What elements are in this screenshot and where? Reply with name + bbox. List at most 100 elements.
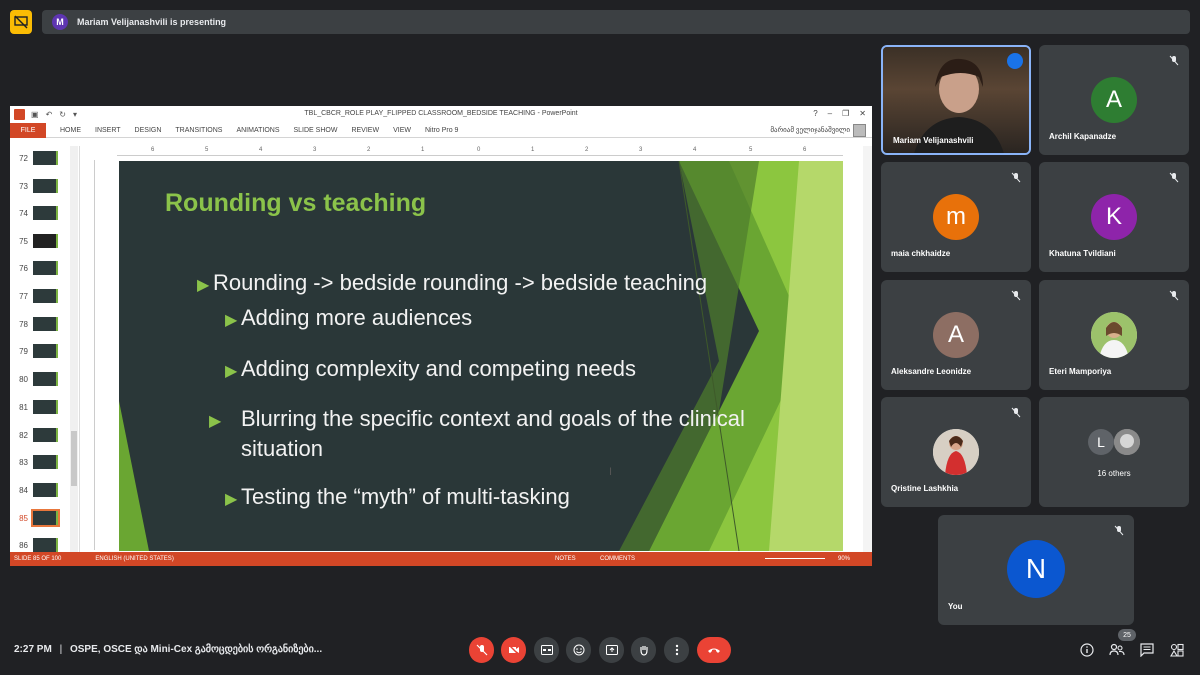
tab-design[interactable]: DESIGN <box>135 127 162 134</box>
activities-button[interactable] <box>1168 641 1186 659</box>
tab-insert[interactable]: INSERT <box>95 127 121 134</box>
participant-tile-presenter[interactable]: Mariam Velijanashvili <box>881 45 1031 155</box>
chat-button[interactable] <box>1138 641 1156 659</box>
thumbnail-number: 83 <box>19 457 28 467</box>
participant-tile[interactable]: m maia chkhaidze <box>881 162 1031 272</box>
presenting-banner: M Mariam Velijanashvili is presenting <box>42 10 1190 34</box>
thumbnail-scrollbar[interactable] <box>70 146 78 552</box>
self-tile[interactable]: N You <box>938 515 1134 625</box>
bullet-arrow-icon: ▶ <box>225 312 238 329</box>
thumbnail-number: 82 <box>19 430 28 440</box>
ruler-label: 4 <box>693 147 697 153</box>
bullet-text: Adding complexity and competing needs <box>241 356 637 381</box>
tab-slide-show[interactable]: SLIDE SHOW <box>294 127 338 134</box>
mic-muted-icon <box>1011 407 1021 418</box>
others-tile[interactable]: L 16 others <box>1039 397 1189 507</box>
thumbnail-number: 80 <box>19 374 28 384</box>
thumbnail-image <box>31 509 60 527</box>
thumbnail-number: 76 <box>19 263 28 273</box>
comments-button[interactable]: COMMENTS <box>600 556 635 562</box>
tab-home[interactable]: HOME <box>60 127 81 134</box>
participant-tile[interactable]: Eteri Mamporiya <box>1039 280 1189 390</box>
presenter-avatar: M <box>52 14 68 30</box>
zoom-level[interactable]: 90% <box>838 556 850 562</box>
zoom-slider[interactable] <box>765 558 825 559</box>
bullet-level2: ▶ Adding more audiences <box>225 304 785 334</box>
profile-photo-image <box>933 429 979 475</box>
camera-toggle-button[interactable] <box>501 637 526 663</box>
language-indicator[interactable]: ENGLISH (UNITED STATES) <box>95 556 173 562</box>
thumbnail-image <box>33 344 58 358</box>
tab-view[interactable]: VIEW <box>393 127 411 134</box>
meeting-info: 2:27 PM | OSPE, OSCE და Mini-Cex გამოცდე… <box>14 644 322 655</box>
window-controls: ? – ❐ ✕ <box>813 109 866 118</box>
tab-review[interactable]: REVIEW <box>351 127 379 134</box>
captions-button[interactable] <box>534 637 559 663</box>
camera-off-icon <box>508 644 519 656</box>
thumbnail-number: 74 <box>19 208 28 218</box>
user-avatar[interactable] <box>853 124 866 137</box>
status-bar: SLIDE 85 OF 100 ENGLISH (UNITED STATES) … <box>10 552 872 566</box>
bullet-text: Blurring the specific context and goals … <box>241 406 745 461</box>
slide-scrollbar[interactable] <box>863 146 872 552</box>
slide-counter: SLIDE 85 OF 100 <box>14 556 62 562</box>
thumbnail-number: 77 <box>19 291 28 301</box>
participant-tile[interactable]: A Aleksandre Leonidze <box>881 280 1031 390</box>
mic-muted-icon <box>1169 55 1179 66</box>
participant-name: Khatuna Tvildiani <box>1049 249 1116 258</box>
participants-count-badge: 25 <box>1118 629 1136 641</box>
help-icon[interactable]: ? <box>813 109 817 118</box>
self-avatar: N <box>1007 540 1065 598</box>
clock-time: 2:27 PM <box>14 644 52 655</box>
thumbnail-number: 85 <box>19 513 28 523</box>
vertical-ruler <box>86 160 95 550</box>
thumbnail-number: 86 <box>19 540 28 550</box>
more-options-button[interactable] <box>664 637 689 663</box>
reactions-button[interactable] <box>566 637 591 663</box>
tab-transitions[interactable]: TRANSITIONS <box>175 127 222 134</box>
scrollbar-thumb[interactable] <box>71 431 77 486</box>
presenting-text: Mariam Velijanashvili is presenting <box>77 17 227 27</box>
participant-tile[interactable]: K Khatuna Tvildiani <box>1039 162 1189 272</box>
meeting-title: OSPE, OSCE და Mini-Cex გამოცდების ორგანი… <box>69 644 323 655</box>
participant-tile[interactable]: A Archil Kapanadze <box>1039 45 1189 155</box>
others-photo <box>1114 429 1140 455</box>
participant-name: Aleksandre Leonidze <box>891 367 972 376</box>
leave-call-button[interactable] <box>697 637 731 663</box>
participant-photo <box>933 429 979 475</box>
thumbnail-image <box>33 261 58 275</box>
participant-name: Mariam Velijanashvili <box>893 136 974 145</box>
meeting-details-button[interactable] <box>1078 641 1096 659</box>
minimize-icon[interactable]: – <box>828 109 832 118</box>
bullet-arrow-icon: ▶ <box>197 277 210 294</box>
present-screen-icon <box>605 645 618 655</box>
thumbnail-number: 84 <box>19 485 28 495</box>
user-name[interactable]: მარიამ ველიჯანაშვილი <box>770 126 850 134</box>
bullet-arrow-icon: ▶ <box>225 491 238 508</box>
others-avatar: L <box>1088 429 1114 455</box>
slide-canvas[interactable]: Rounding vs teaching ▶ Rounding -> bedsid… <box>119 161 843 551</box>
participants-button[interactable] <box>1108 641 1126 659</box>
tab-file[interactable]: FILE <box>10 122 46 138</box>
participant-tile[interactable]: Qristine Lashkhia <box>881 397 1031 507</box>
tab-nitro[interactable]: Nitro Pro 9 <box>425 127 458 134</box>
raise-hand-button[interactable] <box>631 637 656 663</box>
restore-icon[interactable]: ❐ <box>842 109 849 118</box>
notes-button[interactable]: NOTES <box>555 556 576 562</box>
info-icon <box>1080 643 1094 657</box>
thumbnail-image <box>33 428 58 442</box>
thumbnail-image <box>33 179 58 193</box>
slide-title: Rounding vs teaching <box>165 189 427 217</box>
participant-name: Eteri Mamporiya <box>1049 367 1112 376</box>
close-icon[interactable]: ✕ <box>859 109 866 118</box>
participant-name: Archil Kapanadze <box>1049 132 1117 141</box>
thumbnail-number: 79 <box>19 346 28 356</box>
mic-toggle-button[interactable] <box>469 637 494 663</box>
thumbnail-number: 81 <box>19 402 28 412</box>
ruler-label: 5 <box>205 147 209 153</box>
present-button[interactable] <box>599 637 624 663</box>
bullet-level1: ▶ Rounding -> bedside rounding -> bedside… <box>197 269 817 299</box>
tab-animations[interactable]: ANIMATIONS <box>236 127 279 134</box>
ruler-label: 6 <box>151 147 155 153</box>
others-count: 16 others <box>1097 469 1131 478</box>
